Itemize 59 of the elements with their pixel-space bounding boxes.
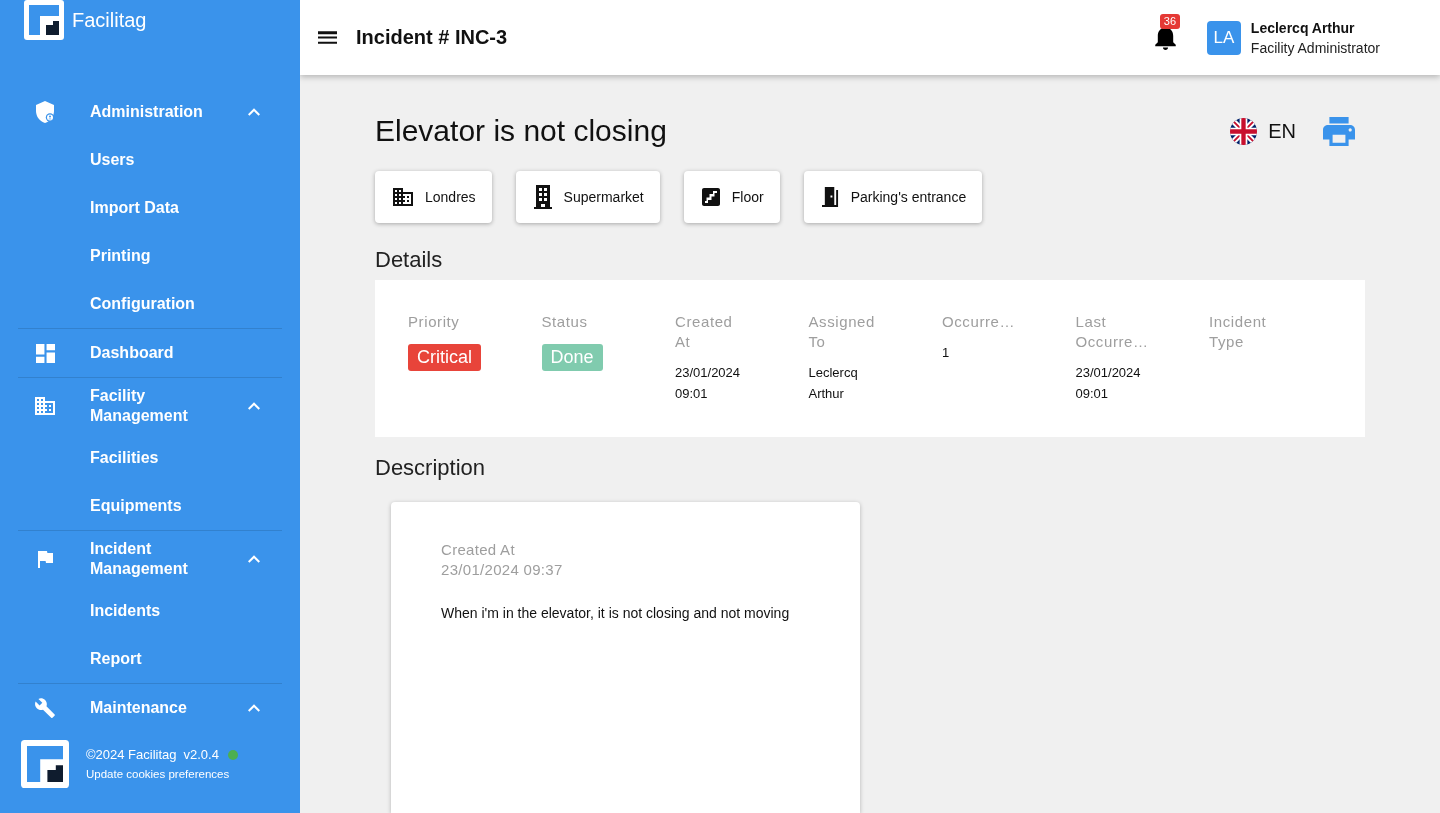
nav-group[interactable]: Incident Management <box>18 531 282 587</box>
cookies-link[interactable]: Update cookies preferences <box>86 765 238 783</box>
field-label: Assigned To <box>808 312 876 352</box>
version-text: v2.0.4 <box>183 746 219 764</box>
copyright-text: ©2024 Facilitag <box>86 746 177 764</box>
nav-subitem[interactable]: Report <box>18 635 282 683</box>
field-label: Status <box>541 312 589 332</box>
section-heading: Description <box>375 454 487 482</box>
section-heading: Details <box>375 246 444 274</box>
office-tower-icon <box>533 185 552 209</box>
field-label: Incident Type <box>1209 312 1268 352</box>
created-date: 23/01/2024 09:37 <box>441 560 564 580</box>
location-chip[interactable]: Parking's entrance <box>803 171 983 223</box>
logo-icon <box>21 740 69 788</box>
nav-group[interactable]: Facility Management <box>18 378 282 434</box>
description-text: When i'm in the elevator, it is not closing and not moving <box>441 604 791 623</box>
nav-subitem[interactable]: Users <box>18 136 282 184</box>
nav-subitem[interactable]: Configuration <box>18 280 282 328</box>
building-icon <box>35 397 55 415</box>
brand-name: Facilitag <box>72 8 147 32</box>
notification-badge: 36 <box>1159 14 1181 29</box>
field-value: 1 <box>942 344 951 362</box>
field-value: 23/01/2024 09:01 <box>675 364 742 403</box>
building-icon <box>393 188 413 206</box>
field-label: Last Occurre… <box>1075 312 1150 352</box>
location-chip[interactable]: Londres <box>375 171 492 223</box>
print-icon[interactable] <box>1323 116 1355 146</box>
wrench-icon <box>35 697 55 719</box>
nav-group[interactable]: Maintenance <box>18 684 282 732</box>
created-label: Created At <box>441 540 516 560</box>
nav-subitem[interactable]: Incidents <box>18 587 282 635</box>
nav-subitem[interactable]: Equipments <box>18 482 282 530</box>
stairs-icon <box>701 188 720 206</box>
flag-icon <box>37 550 53 568</box>
field-label: Created At <box>675 312 734 352</box>
user-role: Facility Administrator <box>1250 38 1380 58</box>
language-selector[interactable]: EN <box>1230 117 1296 145</box>
nav-subitem[interactable]: Import Data <box>18 184 282 232</box>
nav-subitem[interactable]: Printing <box>18 232 282 280</box>
nav-group[interactable]: Administration <box>18 88 282 136</box>
uk-flag-icon <box>1230 117 1258 145</box>
field-badge: Done <box>541 344 603 371</box>
location-chip[interactable]: Supermarket <box>515 171 660 223</box>
page-title: Incident # INC-3 <box>356 26 509 49</box>
shield-icon <box>35 101 55 123</box>
field-value: Leclercq Arthur <box>808 364 859 403</box>
incident-title: Elevator is not closing <box>375 113 668 149</box>
dashboard-icon <box>35 343 55 363</box>
nav-subitem[interactable]: Facilities <box>18 434 282 482</box>
field-badge: Critical <box>408 344 481 371</box>
user-avatar[interactable]: LA <box>1206 20 1241 55</box>
nav-item[interactable]: Dashboard <box>18 329 282 377</box>
field-label: Occurre… <box>942 312 1017 332</box>
location-chip[interactable]: Floor <box>683 171 780 223</box>
field-value: 23/01/2024 09:01 <box>1075 364 1142 403</box>
door-icon <box>821 187 839 207</box>
menu-icon[interactable] <box>318 31 337 44</box>
user-name: Leclercq Arthur <box>1250 18 1356 38</box>
field-label: Priority <box>408 312 461 332</box>
